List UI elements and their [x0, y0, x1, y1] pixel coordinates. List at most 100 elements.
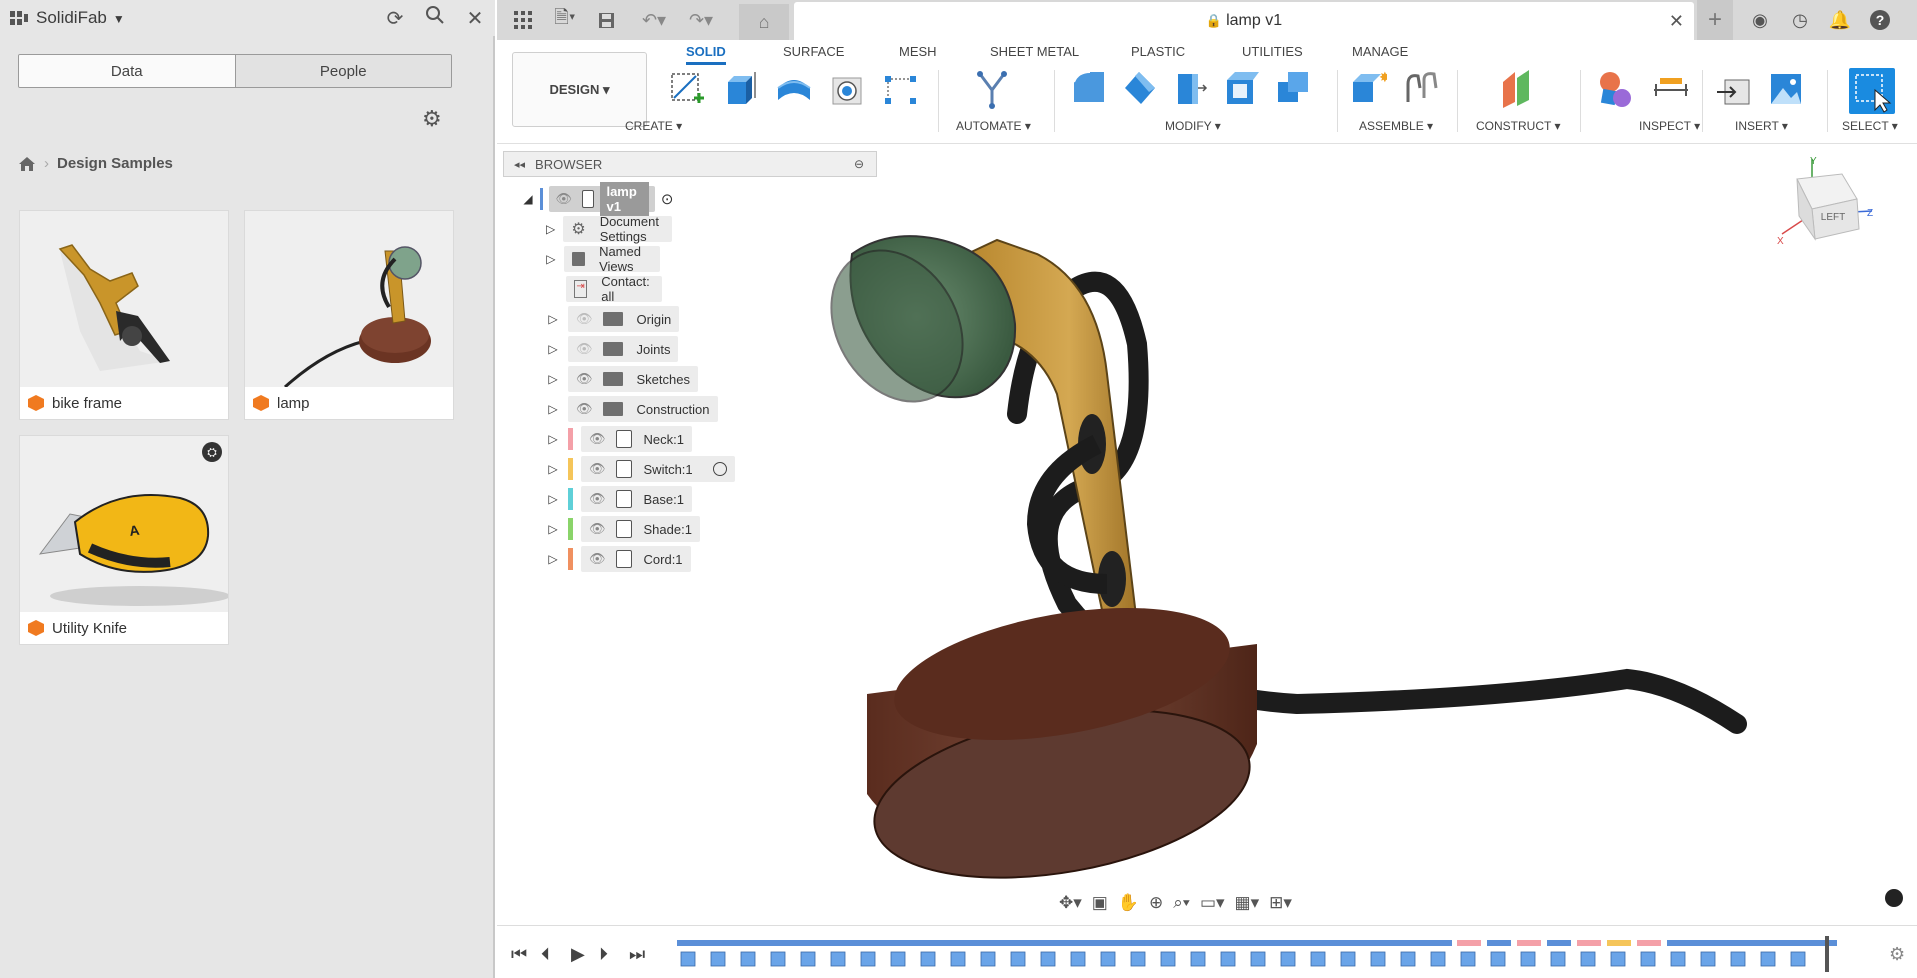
insert-derive-icon[interactable]	[1715, 68, 1753, 110]
tab-surface[interactable]: SURFACE	[783, 44, 844, 59]
close-tab-icon[interactable]: ✕	[1669, 11, 1684, 32]
visibility-eye-icon[interactable]: 👁	[589, 521, 606, 537]
go-to-start-icon[interactable]: ⏮	[511, 944, 527, 965]
select-tool[interactable]	[1849, 68, 1895, 114]
generative-design-icon[interactable]	[974, 68, 1012, 110]
select-menu[interactable]: SELECT ▾	[1842, 119, 1898, 133]
tab-data[interactable]: Data	[19, 55, 235, 87]
split-body-icon[interactable]	[1172, 68, 1210, 110]
revolve-icon[interactable]	[775, 68, 813, 110]
tree-item-document-settings[interactable]: ▷ ⚙ Document Settings	[546, 214, 672, 244]
construct-menu[interactable]: CONSTRUCT ▾	[1476, 119, 1560, 133]
zoom-icon[interactable]: ⊕	[1149, 893, 1163, 913]
tab-mesh[interactable]: MESH	[899, 44, 937, 59]
joint-icon[interactable]	[1402, 68, 1440, 110]
fit-icon[interactable]: ⌕▾	[1173, 893, 1190, 913]
expand-triangle-icon[interactable]: ▷	[546, 222, 555, 236]
expand-triangle-icon[interactable]: ▷	[546, 462, 560, 476]
refresh-icon[interactable]: ⟳	[375, 6, 415, 31]
expand-triangle-icon[interactable]: ▷	[546, 432, 560, 446]
pattern-icon[interactable]	[882, 68, 920, 110]
job-status-icon[interactable]: ◷	[1782, 0, 1818, 40]
play-icon[interactable]: ▶	[571, 944, 585, 965]
visibility-eye-icon[interactable]: 👁	[589, 431, 606, 447]
visibility-eye-icon[interactable]: 👁	[555, 191, 572, 207]
assemble-menu[interactable]: ASSEMBLE ▾	[1359, 119, 1433, 133]
file-menu-icon[interactable]: 🗎▾	[545, 0, 585, 40]
tab-people[interactable]: People	[234, 55, 451, 87]
automate-menu[interactable]: AUTOMATE ▾	[956, 119, 1031, 133]
extensions-icon[interactable]: ◉	[1742, 0, 1778, 40]
expand-triangle-icon[interactable]: ▷	[546, 552, 560, 566]
visibility-eye-icon[interactable]: 👁	[576, 371, 593, 387]
fillet-icon[interactable]	[1121, 68, 1159, 110]
apps-grid-icon[interactable]	[505, 0, 541, 40]
search-icon[interactable]	[415, 5, 455, 31]
hidden-eye-icon[interactable]: 👁	[576, 341, 593, 357]
save-icon[interactable]	[589, 0, 623, 40]
create-menu[interactable]: CREATE ▾	[625, 119, 682, 133]
measure-icon[interactable]	[1596, 68, 1634, 110]
hole-icon[interactable]	[829, 68, 867, 110]
timeline-settings-icon[interactable]: ⚙	[1889, 944, 1905, 965]
avatar[interactable]	[1872, 0, 1917, 40]
document-tab[interactable]: 🔒 lamp v1 ✕	[794, 2, 1694, 40]
design-card-lamp[interactable]: lamp	[244, 210, 454, 420]
home-icon[interactable]	[18, 156, 36, 172]
viewports-icon[interactable]: ⊞▾	[1269, 893, 1292, 913]
viewcube[interactable]: LEFT Y Z X	[1767, 154, 1877, 264]
tree-item-origin[interactable]: ▷ 👁 Origin	[546, 306, 680, 332]
design-card-utility-knife[interactable]: A ⛭ Utility Knife	[19, 435, 229, 645]
visibility-eye-icon[interactable]: 👁	[589, 461, 606, 477]
expand-triangle-icon[interactable]: ▷	[546, 252, 556, 266]
collapse-triangle-icon[interactable]: ◢	[522, 192, 534, 206]
press-pull-icon[interactable]	[1070, 68, 1108, 110]
grid-settings-icon[interactable]: ▦▾	[1235, 893, 1260, 913]
tab-utilities[interactable]: UTILITIES	[1242, 44, 1303, 59]
canvas-image-icon[interactable]	[1767, 68, 1805, 110]
insert-menu[interactable]: INSERT ▾	[1735, 119, 1788, 133]
offset-plane-icon[interactable]	[1499, 68, 1537, 110]
timeline-marker[interactable]	[1825, 936, 1829, 972]
close-icon[interactable]: ✕	[455, 6, 495, 31]
create-sketch-icon[interactable]	[668, 68, 706, 110]
tab-plastic[interactable]: PLASTIC	[1131, 44, 1185, 59]
tree-item-sketches[interactable]: ▷ 👁 Sketches	[546, 366, 698, 392]
new-component-icon[interactable]: ✸	[1349, 68, 1387, 110]
timeline-features[interactable]	[677, 934, 1837, 974]
tab-manage[interactable]: MANAGE	[1352, 44, 1408, 59]
tab-sheet-metal[interactable]: SHEET METAL	[990, 44, 1079, 59]
combine-icon[interactable]	[1274, 68, 1312, 110]
step-forward-icon[interactable]: ⏵	[599, 944, 608, 965]
expand-triangle-icon[interactable]: ▷	[546, 372, 560, 386]
expand-triangle-icon[interactable]: ▷	[546, 522, 560, 536]
expand-triangle-icon[interactable]: ▷	[546, 492, 560, 506]
visibility-eye-icon[interactable]: 👁	[576, 401, 593, 417]
comments-icon[interactable]	[1885, 889, 1903, 907]
tree-item-contact[interactable]: ⇥ Contact: all	[546, 274, 663, 304]
team-switcher[interactable]: SolidiFab ▼	[10, 8, 125, 28]
inspect-menu[interactable]: INSPECT ▾	[1639, 119, 1700, 133]
activate-radio-icon[interactable]	[712, 462, 727, 476]
tree-item-construction[interactable]: ▷ 👁 Construction	[546, 396, 718, 422]
tree-item-cord[interactable]: ▷ 👁 Cord:1	[546, 546, 691, 572]
tree-item-shade[interactable]: ▷ 👁 Shade:1	[546, 516, 700, 542]
workspace-switcher[interactable]: DESIGN ▾	[512, 52, 647, 127]
step-back-icon[interactable]: ⏴	[541, 944, 550, 965]
go-to-end-icon[interactable]: ⏭	[629, 944, 645, 965]
tree-item-base[interactable]: ▷ 👁 Base:1	[546, 486, 692, 512]
expand-triangle-icon[interactable]: ▷	[546, 342, 560, 356]
breadcrumb-current[interactable]: Design Samples	[57, 155, 173, 172]
minimize-icon[interactable]: ⊖	[854, 157, 864, 171]
tree-item-joints[interactable]: ▷ 👁 Joints	[546, 336, 679, 362]
tree-root[interactable]: ◢ 👁 lamp v1 ⊙	[522, 182, 673, 216]
shell-icon[interactable]	[1223, 68, 1261, 110]
undo-icon[interactable]: ↶▾	[632, 0, 676, 40]
collapse-browser-icon[interactable]: ◂◂	[514, 158, 525, 171]
expand-triangle-icon[interactable]: ▷	[546, 312, 560, 326]
display-settings-icon[interactable]: ▭▾	[1200, 893, 1225, 913]
home-tab-icon[interactable]: ⌂	[739, 4, 789, 40]
visibility-eye-icon[interactable]: 👁	[589, 551, 606, 567]
redo-icon[interactable]: ↷▾	[679, 0, 723, 40]
pan-icon[interactable]: ✋	[1118, 893, 1139, 913]
